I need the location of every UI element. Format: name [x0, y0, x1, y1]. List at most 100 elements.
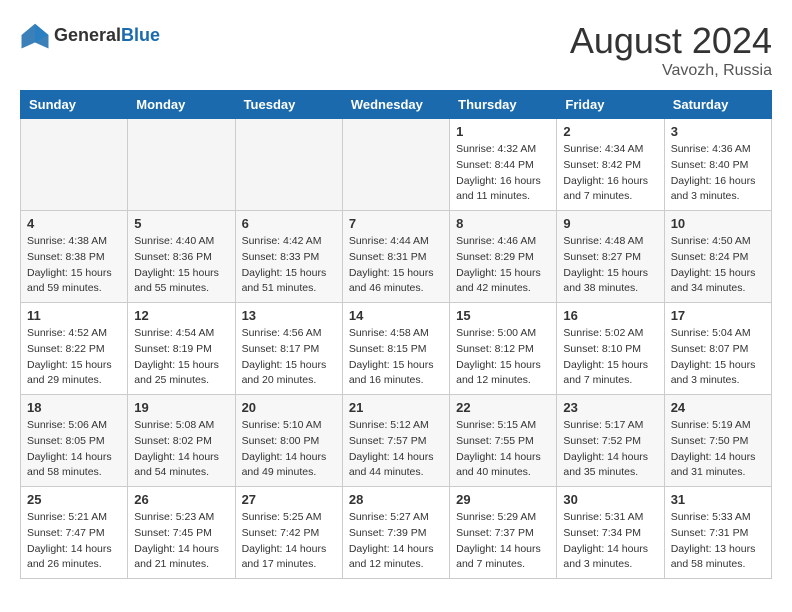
day-info: Sunrise: 5:00 AMSunset: 8:12 PMDaylight:… [456, 327, 541, 386]
day-info: Sunrise: 5:08 AMSunset: 8:02 PMDaylight:… [134, 419, 219, 478]
day-number: 18 [27, 400, 121, 415]
table-row: 1 Sunrise: 4:32 AMSunset: 8:44 PMDaylight… [450, 119, 557, 211]
col-saturday: Saturday [664, 91, 771, 119]
col-monday: Monday [128, 91, 235, 119]
calendar-week-row: 1 Sunrise: 4:32 AMSunset: 8:44 PMDaylight… [21, 119, 772, 211]
table-row [128, 119, 235, 211]
day-number: 21 [349, 400, 443, 415]
calendar-week-row: 25Sunrise: 5:21 AMSunset: 7:47 PMDayligh… [21, 487, 772, 579]
day-info: Sunrise: 5:31 AMSunset: 7:34 PMDaylight:… [563, 511, 648, 570]
day-number: 5 [134, 216, 228, 231]
day-info: Sunrise: 4:40 AMSunset: 8:36 PMDaylight:… [134, 235, 219, 294]
logo-text: GeneralBlue [54, 25, 160, 46]
table-row: 11 Sunrise: 4:52 AMSunset: 8:22 PMDayligh… [21, 303, 128, 395]
day-info: Sunrise: 4:58 AMSunset: 8:15 PMDaylight:… [349, 327, 434, 386]
day-number: 28 [349, 492, 443, 507]
day-number: 12 [134, 308, 228, 323]
table-row: 29 Sunrise: 5:29 AMSunset: 7:37 PMDayligh… [450, 487, 557, 579]
table-row: 3Sunrise: 4:36 AMSunset: 8:40 PMDaylight… [664, 119, 771, 211]
col-friday: Friday [557, 91, 664, 119]
table-row: 8 Sunrise: 4:46 AMSunset: 8:29 PMDaylight… [450, 211, 557, 303]
table-row: 21 Sunrise: 5:12 AMSunset: 7:57 PMDayligh… [342, 395, 449, 487]
table-row: 2Sunrise: 4:34 AMSunset: 8:42 PMDaylight… [557, 119, 664, 211]
day-info: Sunrise: 5:04 AMSunset: 8:07 PMDaylight:… [671, 327, 756, 386]
table-row: 23Sunrise: 5:17 AMSunset: 7:52 PMDayligh… [557, 395, 664, 487]
table-row: 22 Sunrise: 5:15 AMSunset: 7:55 PMDayligh… [450, 395, 557, 487]
day-number: 8 [456, 216, 550, 231]
day-number: 24 [671, 400, 765, 415]
day-info: Sunrise: 4:50 AMSunset: 8:24 PMDaylight:… [671, 235, 756, 294]
day-info: Sunrise: 4:54 AMSunset: 8:19 PMDaylight:… [134, 327, 219, 386]
day-info: Sunrise: 5:15 AMSunset: 7:55 PMDaylight:… [456, 419, 541, 478]
page-header: GeneralBlue August 2024 Vavozh, Russia [20, 20, 772, 80]
table-row: 30 Sunrise: 5:31 AMSunset: 7:34 PMDayligh… [557, 487, 664, 579]
day-number: 15 [456, 308, 550, 323]
table-row: 4 Sunrise: 4:38 AMSunset: 8:38 PMDaylight… [21, 211, 128, 303]
day-info: Sunrise: 5:27 AMSunset: 7:39 PMDaylight:… [349, 511, 434, 570]
table-row: 7 Sunrise: 4:44 AMSunset: 8:31 PMDaylight… [342, 211, 449, 303]
table-row: 14 Sunrise: 4:58 AMSunset: 8:15 PMDayligh… [342, 303, 449, 395]
col-sunday: Sunday [21, 91, 128, 119]
logo: GeneralBlue [20, 20, 160, 50]
day-number: 14 [349, 308, 443, 323]
day-info: Sunrise: 5:10 AMSunset: 8:00 PMDaylight:… [242, 419, 327, 478]
table-row [342, 119, 449, 211]
logo-general: General [54, 25, 121, 45]
location: Vavozh, Russia [570, 62, 772, 80]
day-info: Sunrise: 5:21 AMSunset: 7:47 PMDaylight:… [27, 511, 112, 570]
day-number: 29 [456, 492, 550, 507]
day-info: Sunrise: 5:02 AMSunset: 8:10 PMDaylight:… [563, 327, 648, 386]
day-number: 17 [671, 308, 765, 323]
day-number: 6 [242, 216, 336, 231]
day-number: 13 [242, 308, 336, 323]
table-row: 28 Sunrise: 5:27 AMSunset: 7:39 PMDayligh… [342, 487, 449, 579]
day-number: 4 [27, 216, 121, 231]
day-number: 31 [671, 492, 765, 507]
day-number: 1 [456, 124, 550, 139]
day-info: Sunrise: 4:36 AMSunset: 8:40 PMDaylight:… [671, 143, 756, 202]
logo-icon [20, 20, 50, 50]
day-number: 22 [456, 400, 550, 415]
calendar-week-row: 4 Sunrise: 4:38 AMSunset: 8:38 PMDaylight… [21, 211, 772, 303]
table-row: 9Sunrise: 4:48 AMSunset: 8:27 PMDaylight… [557, 211, 664, 303]
day-info: Sunrise: 4:56 AMSunset: 8:17 PMDaylight:… [242, 327, 327, 386]
day-number: 7 [349, 216, 443, 231]
day-info: Sunrise: 5:06 AMSunset: 8:05 PMDaylight:… [27, 419, 112, 478]
col-thursday: Thursday [450, 91, 557, 119]
day-info: Sunrise: 4:44 AMSunset: 8:31 PMDaylight:… [349, 235, 434, 294]
day-info: Sunrise: 5:12 AMSunset: 7:57 PMDaylight:… [349, 419, 434, 478]
table-row: 20 Sunrise: 5:10 AMSunset: 8:00 PMDayligh… [235, 395, 342, 487]
table-row: 26 Sunrise: 5:23 AMSunset: 7:45 PMDayligh… [128, 487, 235, 579]
calendar-week-row: 18 Sunrise: 5:06 AMSunset: 8:05 PMDayligh… [21, 395, 772, 487]
day-number: 20 [242, 400, 336, 415]
day-number: 26 [134, 492, 228, 507]
col-wednesday: Wednesday [342, 91, 449, 119]
day-number: 30 [563, 492, 657, 507]
day-number: 19 [134, 400, 228, 415]
table-row: 16Sunrise: 5:02 AMSunset: 8:10 PMDayligh… [557, 303, 664, 395]
table-row: 10Sunrise: 4:50 AMSunset: 8:24 PMDayligh… [664, 211, 771, 303]
day-info: Sunrise: 4:46 AMSunset: 8:29 PMDaylight:… [456, 235, 541, 294]
table-row: 5 Sunrise: 4:40 AMSunset: 8:36 PMDaylight… [128, 211, 235, 303]
table-row [21, 119, 128, 211]
table-row: 13 Sunrise: 4:56 AMSunset: 8:17 PMDayligh… [235, 303, 342, 395]
day-info: Sunrise: 4:42 AMSunset: 8:33 PMDaylight:… [242, 235, 327, 294]
table-row: 15 Sunrise: 5:00 AMSunset: 8:12 PMDayligh… [450, 303, 557, 395]
table-row [235, 119, 342, 211]
day-number: 9 [563, 216, 657, 231]
month-title: August 2024 [570, 20, 772, 62]
day-info: Sunrise: 5:19 AMSunset: 7:50 PMDaylight:… [671, 419, 756, 478]
logo-blue: Blue [121, 25, 160, 45]
table-row: 19 Sunrise: 5:08 AMSunset: 8:02 PMDayligh… [128, 395, 235, 487]
day-info: Sunrise: 4:52 AMSunset: 8:22 PMDaylight:… [27, 327, 112, 386]
col-tuesday: Tuesday [235, 91, 342, 119]
day-info: Sunrise: 4:32 AMSunset: 8:44 PMDaylight:… [456, 143, 541, 202]
day-info: Sunrise: 5:29 AMSunset: 7:37 PMDaylight:… [456, 511, 541, 570]
day-number: 27 [242, 492, 336, 507]
calendar-table: Sunday Monday Tuesday Wednesday Thursday… [20, 90, 772, 579]
day-info: Sunrise: 5:23 AMSunset: 7:45 PMDaylight:… [134, 511, 219, 570]
table-row: 6 Sunrise: 4:42 AMSunset: 8:33 PMDaylight… [235, 211, 342, 303]
table-row: 17 Sunrise: 5:04 AMSunset: 8:07 PMDayligh… [664, 303, 771, 395]
day-number: 11 [27, 308, 121, 323]
day-info: Sunrise: 4:38 AMSunset: 8:38 PMDaylight:… [27, 235, 112, 294]
